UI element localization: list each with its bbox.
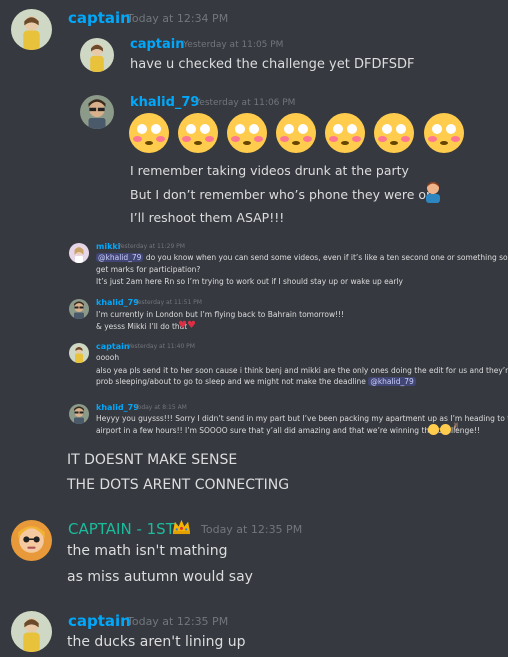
message-text: THE DOTS ARENT CONNECTING (67, 477, 290, 493)
quoted-text: airport in a few hours!! I’m SOOOO sure … (96, 426, 480, 435)
flushed-face-icon (276, 113, 317, 153)
person-facepalming-icon (423, 181, 443, 203)
quoted-text: & yesss Mikki I’ll do that (96, 322, 188, 331)
quoted-timestamp: Yesterday at 11:06 PM (195, 98, 296, 108)
flushed-face-icon (178, 113, 219, 153)
avatar-khalid (69, 299, 89, 319)
avatar-mikki (69, 243, 89, 263)
author-name[interactable]: CAPTAIN - 1ST (68, 520, 175, 538)
emoji-row (129, 113, 464, 155)
quoted-text-line: I’ll reshoot them ASAP!!! (130, 210, 285, 225)
user-mention: @khalid_79 (368, 377, 416, 386)
avatar-khalid (80, 95, 114, 129)
victory-hand-icon: ✌ (452, 422, 461, 433)
flushed-face-icon (423, 113, 464, 153)
quoted-timestamp: Yesterday at 11:40 PM (128, 343, 195, 350)
user-mention: @khalid_79 (96, 253, 144, 262)
kissing-face-icon (440, 424, 451, 435)
author-name[interactable]: captain (68, 9, 131, 27)
quoted-author: khalid_79 (96, 298, 139, 307)
quoted-text: have u checked the challenge yet DFDFSDF (130, 57, 415, 72)
quoted-text: ooooh (96, 353, 120, 362)
smiling-face-with-hearts-icon (428, 424, 439, 435)
avatar-captain (80, 38, 114, 72)
heart-icon: ♥♥ (178, 320, 196, 331)
quoted-text: also yea pls send it to her soon cause i… (96, 366, 508, 375)
message-text: IT DOESNT MAKE SENSE (67, 452, 238, 468)
quoted-author: khalid_79 (130, 95, 200, 110)
flushed-face-icon (129, 113, 169, 153)
message-text: as miss autumn would say (67, 569, 253, 585)
quoted-author: mikki (96, 242, 121, 251)
avatar-captain[interactable] (11, 611, 52, 652)
avatar-captain (69, 343, 89, 363)
timestamp: Today at 12:35 PM (127, 615, 229, 628)
quoted-timestamp: Yesterday at 11:29 PM (118, 243, 185, 250)
flushed-face-icon (374, 113, 415, 153)
quoted-text: I’m currently in London but I’m flying b… (96, 310, 345, 319)
timestamp: Today at 12:35 PM (201, 523, 303, 536)
quoted-timestamp: Yesterday at 11:05 PM (183, 40, 284, 50)
quoted-author: khalid_79 (96, 403, 139, 412)
message-text: the math isn't mathing (67, 543, 228, 559)
quoted-text: prob sleeping/about to go to sleep and w… (96, 377, 416, 386)
quoted-text: Heyyy you guysss!!! Sorry I didn’t send … (96, 414, 508, 423)
quoted-text: @khalid_79 do you know when you can send… (96, 253, 508, 262)
flushed-face-icon (325, 113, 366, 153)
timestamp: Today at 12:34 PM (127, 12, 229, 25)
avatar-captain-1st[interactable] (11, 520, 52, 561)
quoted-timestamp: Yesterday at 11:51 PM (135, 299, 202, 306)
quoted-timestamp: Today at 8:15 AM (135, 404, 187, 411)
quoted-author: captain (96, 342, 130, 351)
crown-icon (172, 518, 191, 535)
quoted-text-line: But I don’t remember who’s phone they we… (130, 187, 434, 202)
author-name[interactable]: captain (68, 612, 131, 630)
avatar-khalid (69, 404, 89, 424)
flushed-face-icon (227, 113, 268, 153)
avatar-captain[interactable] (11, 9, 52, 50)
quoted-author: captain (130, 37, 185, 52)
quoted-text: get marks for participation? (96, 265, 201, 274)
message-text: the ducks aren't lining up (67, 634, 246, 650)
quoted-text-line: I remember taking videos drunk at the pa… (130, 163, 409, 178)
quoted-text: It’s just 2am here Rn so I’m trying to w… (96, 277, 403, 286)
